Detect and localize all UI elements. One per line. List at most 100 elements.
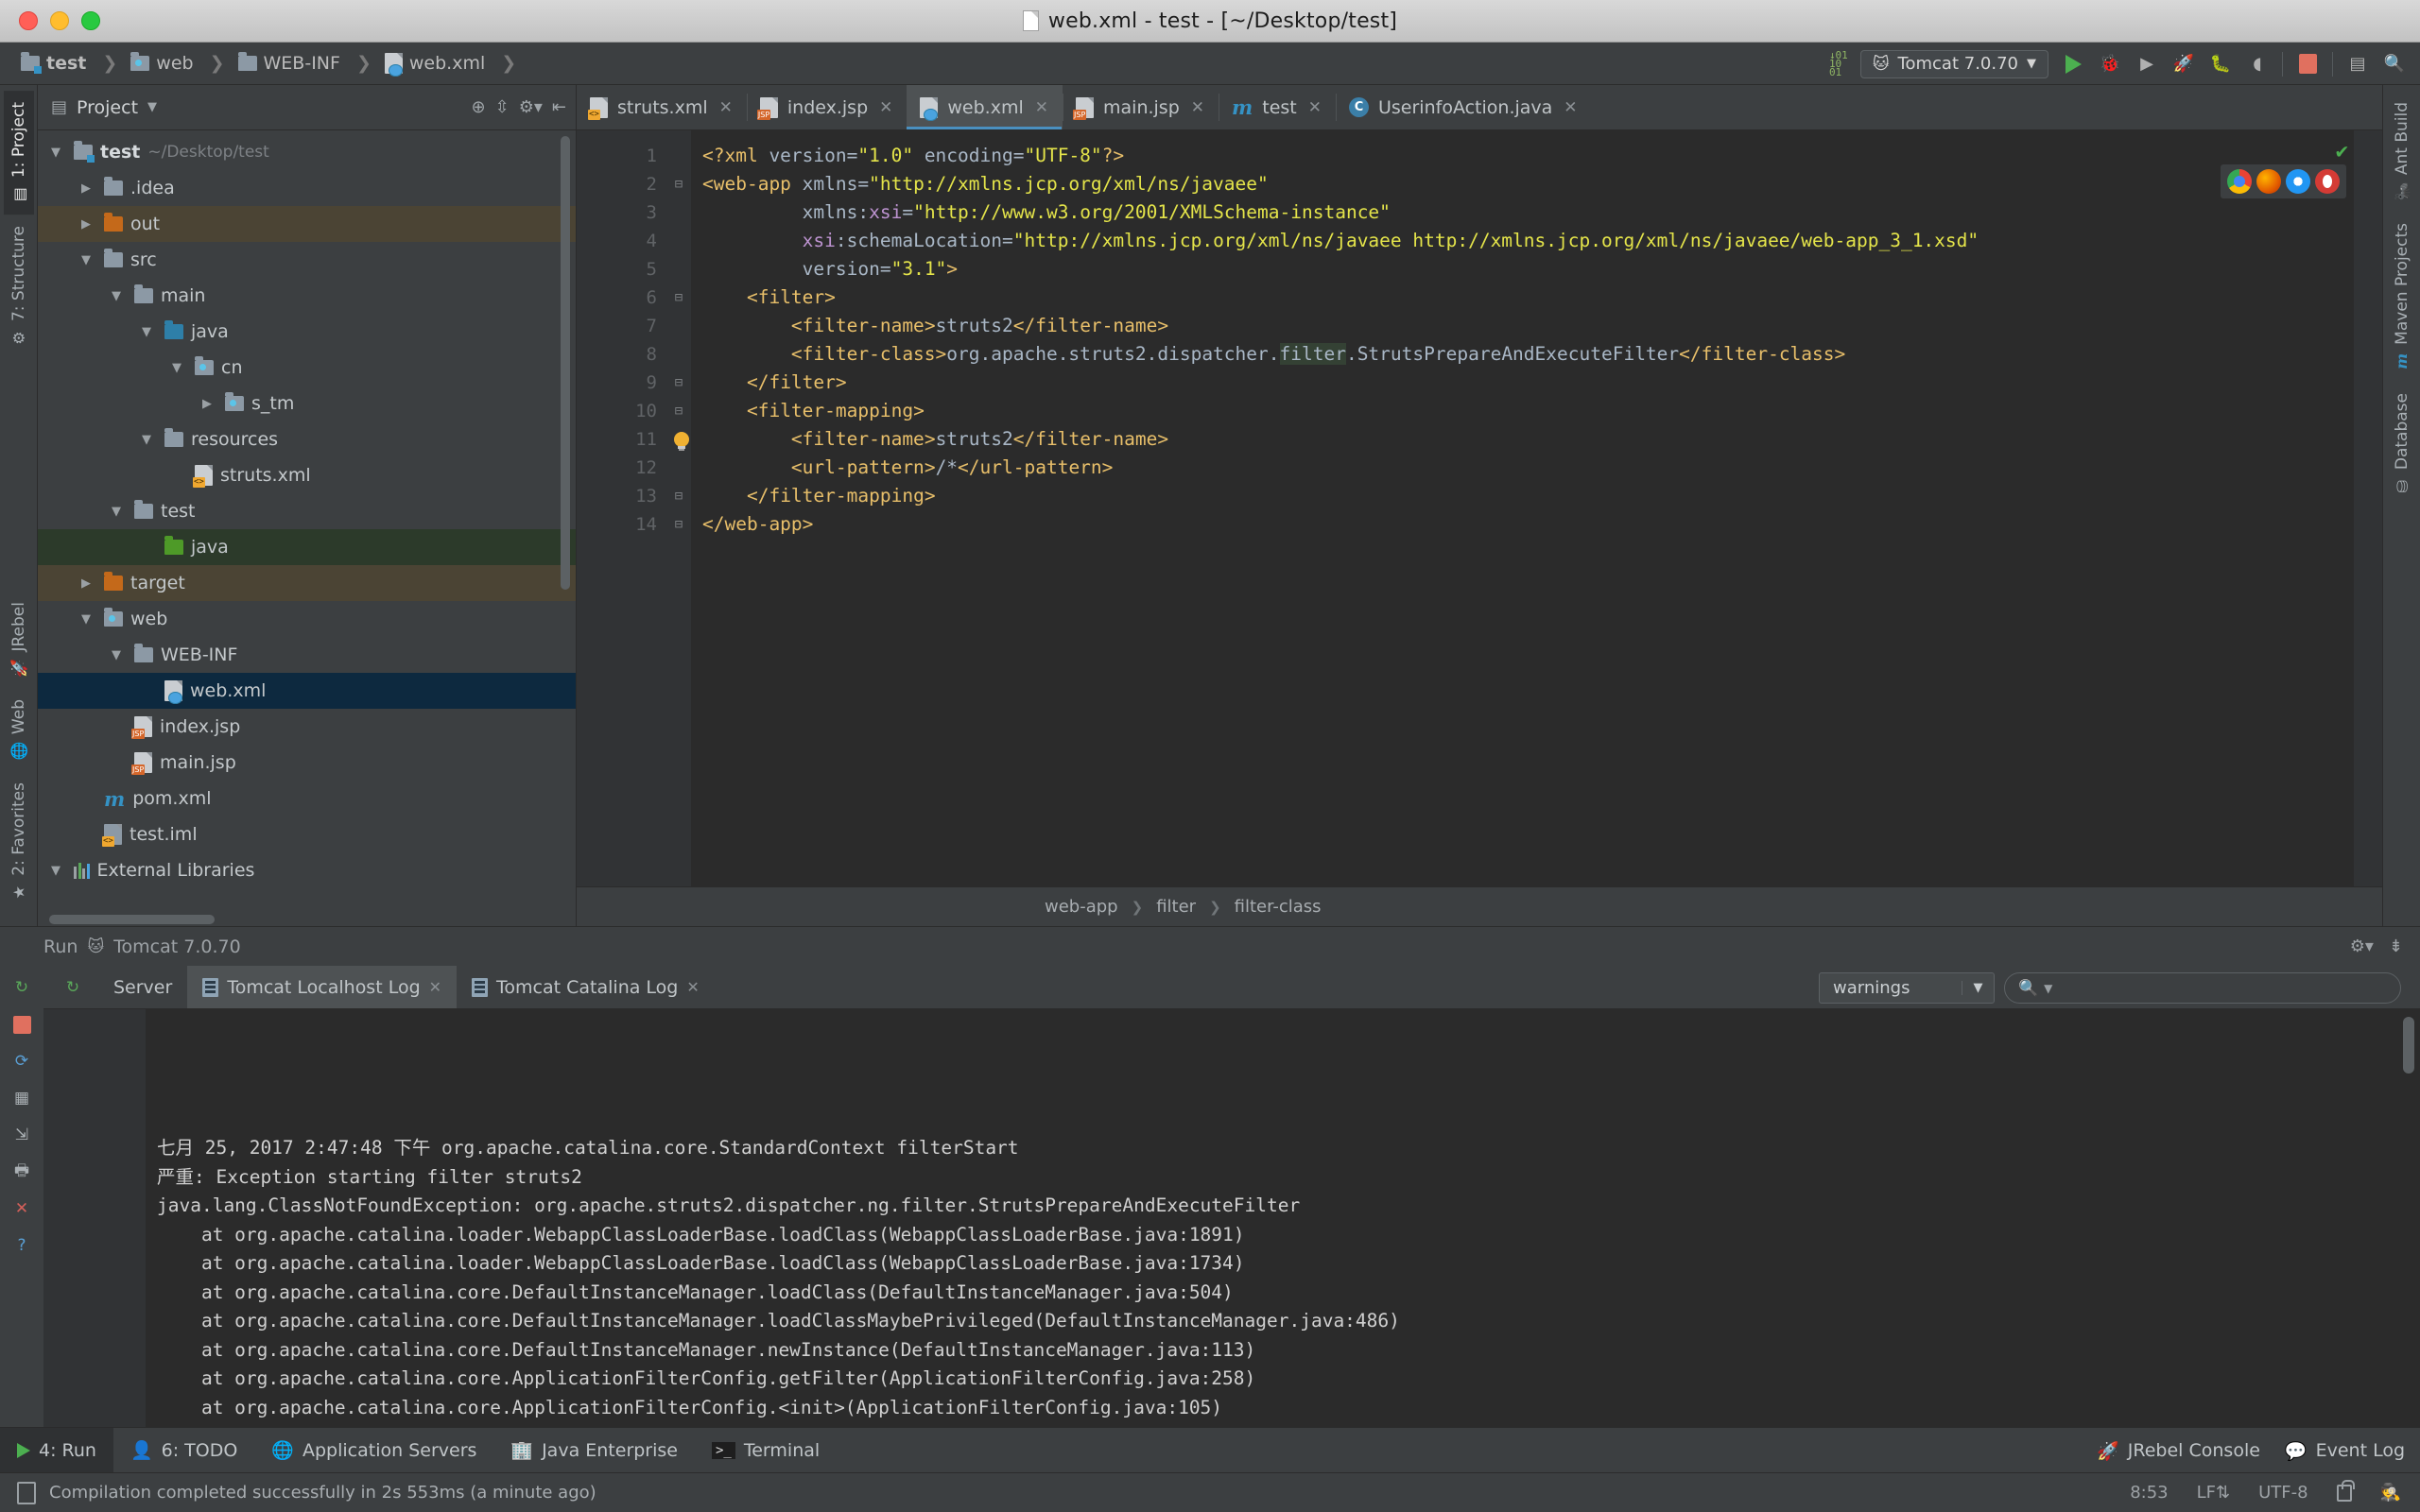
fold-marker[interactable]: ⊟ [666, 170, 691, 198]
restart-icon[interactable]: ⟳ [9, 1049, 34, 1074]
code-editor[interactable]: 1 2 3 4 5 6 7 8 9 10 11 12 13 14 ⊟ ⊟ ⊟ ⊟ ⊟ ⊟ [577, 130, 2382, 886]
tree-node-src[interactable]: ▼ src [38, 242, 576, 278]
chevron-down-icon[interactable]: ▼ [142, 433, 157, 447]
code-content[interactable]: <?xml version="1.0" encoding="UTF-8"?> <w… [691, 130, 2382, 886]
chevron-right-icon[interactable]: ▶ [202, 397, 217, 411]
bottom-tab-event-log[interactable]: 💬 Event Log [2285, 1440, 2405, 1462]
opera-icon[interactable] [2315, 169, 2340, 194]
close-icon[interactable]: ✕ [1564, 98, 1577, 117]
tab-tomcat-localhost-log[interactable]: Tomcat Localhost Log ✕ [187, 966, 458, 1008]
sidebar-item-web[interactable]: 🌐 Web [4, 688, 34, 771]
sidebar-item-jrebel[interactable]: 🚀 JRebel [4, 591, 34, 689]
tab-server[interactable]: Server [98, 966, 187, 1008]
fold-marker[interactable]: ⊟ [666, 482, 691, 510]
tree-node-external-libraries[interactable]: ▼ External Libraries [38, 852, 576, 888]
chevron-down-icon[interactable]: ▼ [112, 648, 127, 662]
safari-icon[interactable] [2286, 169, 2310, 194]
jrebel-run-icon[interactable]: 🚀 [2171, 52, 2196, 77]
tree-node--idea[interactable]: ▶ .idea [38, 170, 576, 206]
file-encoding[interactable]: UTF-8 [2258, 1483, 2308, 1503]
tree-node-pom-xml[interactable]: ▶mpom.xml [38, 781, 576, 816]
memory-icon[interactable] [17, 1481, 36, 1504]
error-stripe-marker-panel[interactable] [2354, 130, 2382, 886]
chevron-down-icon[interactable]: ▼ [51, 864, 66, 878]
log-search-input[interactable]: 🔍 ▼ [2004, 972, 2401, 1004]
tree-node-resources[interactable]: ▼ resources [38, 421, 576, 457]
scroll-up-icon[interactable]: ▦ [9, 1086, 34, 1110]
chevron-down-icon[interactable]: ▼ [142, 325, 157, 339]
chevron-down-icon[interactable]: ▼ [147, 100, 157, 114]
inspection-ok-icon[interactable]: ✔ [2336, 140, 2348, 163]
gear-icon[interactable]: ⚙▾ [2350, 936, 2374, 956]
tab-test[interactable]: m test ✕ [1219, 85, 1336, 129]
run-coverage-icon[interactable]: ▶ [2135, 52, 2159, 77]
tree-node-target[interactable]: ▶ target [38, 565, 576, 601]
close-icon[interactable]: ✕ [1035, 98, 1048, 117]
tree-node-index-jsp[interactable]: ▶index.jsp [38, 709, 576, 745]
print-icon[interactable]: 🖶 [9, 1160, 34, 1184]
bottom-tab-todo[interactable]: 👤 6: TODO [113, 1428, 254, 1472]
line-separator[interactable]: LF⇅ [2197, 1483, 2230, 1503]
bottom-tab-jrebel-console[interactable]: 🚀 JRebel Console [2097, 1440, 2260, 1462]
project-tree[interactable]: ▼ test ~/Desktop/test ▶ .idea ▶ out ▼ src ▼ main ▼ j… [38, 130, 576, 913]
tab-struts-xml[interactable]: struts.xml ✕ [577, 85, 747, 129]
soft-wrap-icon[interactable]: ⇲ [9, 1123, 34, 1147]
tab-main-jsp[interactable]: main.jsp ✕ [1063, 85, 1219, 129]
chevron-right-icon[interactable]: ▶ [81, 217, 96, 232]
tree-node-java[interactable]: ▼ java [38, 314, 576, 350]
chrome-icon[interactable] [2227, 169, 2252, 194]
console-scrollbar[interactable] [2403, 1017, 2414, 1074]
sidebar-item-ant-build[interactable]: 🐜 Ant Build [2387, 91, 2417, 212]
caret-position[interactable]: 8:53 [2130, 1483, 2168, 1503]
chevron-down-icon[interactable]: ▼ [51, 146, 66, 160]
breadcrumb-filter-class[interactable]: filter-class [1235, 897, 1322, 917]
compare-binary-icon[interactable]: ↓01 10 01 [1829, 50, 1848, 77]
run-configuration-selector[interactable]: 🐱 Tomcat 7.0.70 ▼ [1859, 49, 2048, 78]
fold-marker[interactable]: ⊟ [666, 369, 691, 397]
chevron-down-icon[interactable]: ▼ [81, 253, 96, 267]
tab-web-xml[interactable]: web.xml ✕ [907, 85, 1063, 129]
tree-node-web-xml[interactable]: ▶web.xml [38, 673, 576, 709]
close-icon[interactable]: ✕ [9, 1196, 34, 1221]
navbar-crumb-webxml[interactable]: web.xml ❯ [375, 49, 520, 77]
breadcrumb-web-app[interactable]: web-app [1045, 897, 1118, 917]
close-icon[interactable]: ✕ [686, 978, 699, 996]
tree-node-s-tm[interactable]: ▶ s_tm [38, 386, 576, 421]
chevron-down-icon[interactable]: ▼ [1962, 981, 1994, 995]
intention-bulb-icon[interactable] [671, 431, 692, 454]
navbar-crumb-web[interactable]: web ❯ [121, 49, 228, 77]
fold-marker[interactable]: ⊟ [666, 510, 691, 539]
tab-index-jsp[interactable]: index.jsp ✕ [746, 85, 908, 129]
tree-node-test-iml[interactable]: ▶test.iml [38, 816, 576, 852]
rerun-server-icon[interactable]: ↻ [60, 975, 85, 1000]
tree-node-test[interactable]: ▼ test ~/Desktop/test [38, 134, 576, 170]
search-everywhere-icon[interactable]: 🔍 [2382, 52, 2407, 77]
tree-node-main-jsp[interactable]: ▶main.jsp [38, 745, 576, 781]
close-icon[interactable]: ✕ [719, 98, 733, 117]
sidebar-item-maven-projects[interactable]: m Maven Projects [2387, 212, 2417, 382]
tree-node-cn[interactable]: ▼ cn [38, 350, 576, 386]
tree-node-web-inf[interactable]: ▼ WEB-INF [38, 637, 576, 673]
profile-icon[interactable]: ◖ [2245, 52, 2270, 77]
close-icon[interactable]: ✕ [1308, 98, 1322, 117]
code-folding-gutter[interactable]: ⊟ ⊟ ⊟ ⊟ ⊟ ⊟ [666, 130, 691, 886]
run-icon[interactable] [2061, 52, 2085, 77]
chevron-down-icon[interactable]: ▼ [112, 505, 127, 519]
project-horizontal-scrollbar[interactable] [38, 913, 576, 926]
close-icon[interactable]: ✕ [879, 98, 892, 117]
bottom-tab-terminal[interactable]: >_ Terminal [695, 1428, 837, 1472]
collapse-all-icon[interactable]: ⇳ [495, 97, 510, 117]
locate-icon[interactable]: ⊕ [472, 97, 486, 117]
tree-node-java[interactable]: ▶java [38, 529, 576, 565]
layout-icon[interactable]: ▤ [2345, 52, 2370, 77]
log-level-select[interactable]: warnings ▼ [1819, 972, 1995, 1004]
chevron-down-icon[interactable]: ▼ [172, 361, 187, 375]
firefox-icon[interactable] [2256, 169, 2281, 194]
gear-icon[interactable]: ⚙▾ [519, 97, 543, 117]
rerun-icon[interactable]: ↻ [9, 975, 34, 1000]
fold-marker[interactable]: ⊟ [666, 284, 691, 312]
navbar-crumb-test[interactable]: test ❯ [11, 49, 121, 77]
close-icon[interactable]: ✕ [429, 978, 441, 996]
project-vertical-scrollbar[interactable] [561, 136, 570, 590]
tab-userinfoaction-java[interactable]: C UserinfoAction.java ✕ [1336, 85, 1592, 129]
